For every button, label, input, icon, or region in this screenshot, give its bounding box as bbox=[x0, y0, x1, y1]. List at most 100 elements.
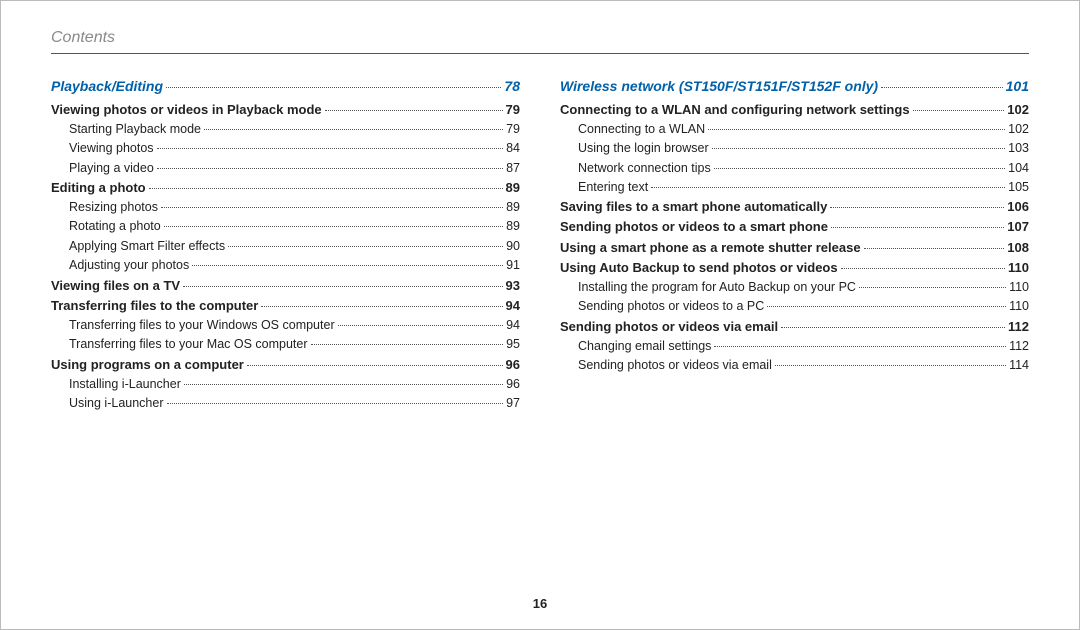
toc-section[interactable]: Wireless network (ST150F/ST151F/ST152F o… bbox=[560, 76, 1029, 98]
toc-columns: Playback/Editing 78 Viewing photos or vi… bbox=[51, 76, 1029, 414]
toc-entry-page: 94 bbox=[506, 296, 520, 316]
toc-entry-label: Rotating a photo bbox=[69, 217, 161, 236]
toc-entry-page: 87 bbox=[506, 159, 520, 178]
leader-dots bbox=[325, 110, 503, 111]
toc-entry[interactable]: Sending photos or videos via email 112 bbox=[560, 317, 1029, 337]
toc-entry-page: 89 bbox=[506, 198, 520, 217]
toc-entry-label: Resizing photos bbox=[69, 198, 158, 217]
toc-entry-label: Using the login browser bbox=[578, 139, 709, 158]
toc-entry-label: Connecting to a WLAN and configuring net… bbox=[560, 100, 910, 120]
toc-subentry[interactable]: Rotating a photo 89 bbox=[51, 217, 520, 236]
toc-entry-label: Installing i-Launcher bbox=[69, 375, 181, 394]
toc-entry[interactable]: Using Auto Backup to send photos or vide… bbox=[560, 258, 1029, 278]
toc-entry-page: 110 bbox=[1009, 278, 1029, 297]
leader-dots bbox=[247, 365, 503, 366]
toc-subentry[interactable]: Viewing photos 84 bbox=[51, 139, 520, 158]
toc-subentry[interactable]: Using the login browser 103 bbox=[560, 139, 1029, 158]
toc-subentry[interactable]: Sending photos or videos to a PC 110 bbox=[560, 297, 1029, 316]
leader-dots bbox=[767, 306, 1006, 307]
leader-dots bbox=[228, 246, 503, 247]
leader-dots bbox=[651, 187, 1005, 188]
toc-entry[interactable]: Connecting to a WLAN and configuring net… bbox=[560, 100, 1029, 120]
toc-subentry[interactable]: Network connection tips 104 bbox=[560, 159, 1029, 178]
toc-entry-label: Sending photos or videos via email bbox=[578, 356, 772, 375]
toc-section-label: Playback/Editing bbox=[51, 76, 163, 98]
toc-section[interactable]: Playback/Editing 78 bbox=[51, 76, 520, 98]
toc-entry[interactable]: Sending photos or videos to a smart phon… bbox=[560, 217, 1029, 237]
toc-entry-label: Playing a video bbox=[69, 159, 154, 178]
leader-dots bbox=[261, 306, 502, 307]
leader-dots bbox=[184, 384, 503, 385]
leader-dots bbox=[157, 148, 504, 149]
leader-dots bbox=[859, 287, 1006, 288]
toc-entry-page: 114 bbox=[1009, 356, 1029, 375]
toc-subentry[interactable]: Transferring files to your Windows OS co… bbox=[51, 316, 520, 335]
toc-entry-page: 90 bbox=[506, 237, 520, 256]
toc-subentry[interactable]: Installing i-Launcher 96 bbox=[51, 375, 520, 394]
toc-subentry[interactable]: Transferring files to your Mac OS comput… bbox=[51, 335, 520, 354]
toc-subentry[interactable]: Entering text 105 bbox=[560, 178, 1029, 197]
leader-dots bbox=[338, 325, 503, 326]
toc-entry-label: Transferring files to the computer bbox=[51, 296, 258, 316]
leader-dots bbox=[841, 268, 1005, 269]
toc-entry-page: 89 bbox=[506, 178, 520, 198]
toc-entry-label: Sending photos or videos to a PC bbox=[578, 297, 764, 316]
leader-dots bbox=[830, 207, 1004, 208]
toc-subentry[interactable]: Adjusting your photos 91 bbox=[51, 256, 520, 275]
leader-dots bbox=[192, 265, 503, 266]
toc-entry-page: 112 bbox=[1009, 337, 1029, 356]
toc-entry-label: Viewing photos or videos in Playback mod… bbox=[51, 100, 322, 120]
toc-subentry[interactable]: Installing the program for Auto Backup o… bbox=[560, 278, 1029, 297]
leader-dots bbox=[167, 403, 504, 404]
toc-entry-page: 95 bbox=[506, 335, 520, 354]
toc-entry-page: 105 bbox=[1008, 178, 1029, 197]
toc-entry-label: Entering text bbox=[578, 178, 648, 197]
leader-dots bbox=[166, 87, 501, 88]
toc-entry-label: Saving files to a smart phone automatica… bbox=[560, 197, 827, 217]
leader-dots bbox=[157, 168, 503, 169]
toc-list: Viewing photos or videos in Playback mod… bbox=[51, 100, 520, 414]
toc-entry-label: Starting Playback mode bbox=[69, 120, 201, 139]
left-column: Playback/Editing 78 Viewing photos or vi… bbox=[51, 76, 520, 414]
toc-entry[interactable]: Viewing files on a TV 93 bbox=[51, 276, 520, 296]
toc-entry-page: 103 bbox=[1008, 139, 1029, 158]
toc-entry[interactable]: Saving files to a smart phone automatica… bbox=[560, 197, 1029, 217]
toc-entry[interactable]: Viewing photos or videos in Playback mod… bbox=[51, 100, 520, 120]
toc-subentry[interactable]: Resizing photos 89 bbox=[51, 198, 520, 217]
leader-dots bbox=[149, 188, 503, 189]
toc-entry[interactable]: Transferring files to the computer 94 bbox=[51, 296, 520, 316]
toc-subentry[interactable]: Playing a video 87 bbox=[51, 159, 520, 178]
toc-entry-page: 91 bbox=[506, 256, 520, 275]
toc-entry-label: Applying Smart Filter effects bbox=[69, 237, 225, 256]
toc-entry-label: Installing the program for Auto Backup o… bbox=[578, 278, 856, 297]
toc-subentry[interactable]: Sending photos or videos via email 114 bbox=[560, 356, 1029, 375]
page-number: 16 bbox=[1, 596, 1079, 611]
toc-entry-label: Viewing files on a TV bbox=[51, 276, 180, 296]
toc-entry[interactable]: Using a smart phone as a remote shutter … bbox=[560, 238, 1029, 258]
toc-entry[interactable]: Using programs on a computer 96 bbox=[51, 355, 520, 375]
toc-entry[interactable]: Editing a photo 89 bbox=[51, 178, 520, 198]
toc-subentry[interactable]: Changing email settings 112 bbox=[560, 337, 1029, 356]
leader-dots bbox=[913, 110, 1005, 111]
toc-entry-label: Sending photos or videos to a smart phon… bbox=[560, 217, 828, 237]
toc-entry-label: Editing a photo bbox=[51, 178, 146, 198]
page: Contents Playback/Editing 78 Viewing pho… bbox=[0, 0, 1080, 630]
right-column: Wireless network (ST150F/ST151F/ST152F o… bbox=[560, 76, 1029, 414]
toc-section-page: 78 bbox=[504, 76, 520, 98]
toc-entry-label: Sending photos or videos via email bbox=[560, 317, 778, 337]
toc-entry-page: 106 bbox=[1007, 197, 1029, 217]
toc-entry-page: 107 bbox=[1007, 217, 1029, 237]
toc-entry-page: 93 bbox=[506, 276, 520, 296]
toc-entry-label: Adjusting your photos bbox=[69, 256, 189, 275]
toc-entry-label: Viewing photos bbox=[69, 139, 154, 158]
leader-dots bbox=[311, 344, 504, 345]
toc-entry-page: 79 bbox=[506, 100, 520, 120]
toc-subentry[interactable]: Applying Smart Filter effects 90 bbox=[51, 237, 520, 256]
toc-subentry[interactable]: Using i-Launcher 97 bbox=[51, 394, 520, 413]
toc-subentry[interactable]: Connecting to a WLAN 102 bbox=[560, 120, 1029, 139]
leader-dots bbox=[864, 248, 1005, 249]
toc-section-page: 101 bbox=[1006, 76, 1029, 98]
leader-dots bbox=[708, 129, 1005, 130]
toc-subentry[interactable]: Starting Playback mode 79 bbox=[51, 120, 520, 139]
leader-dots bbox=[164, 226, 503, 227]
